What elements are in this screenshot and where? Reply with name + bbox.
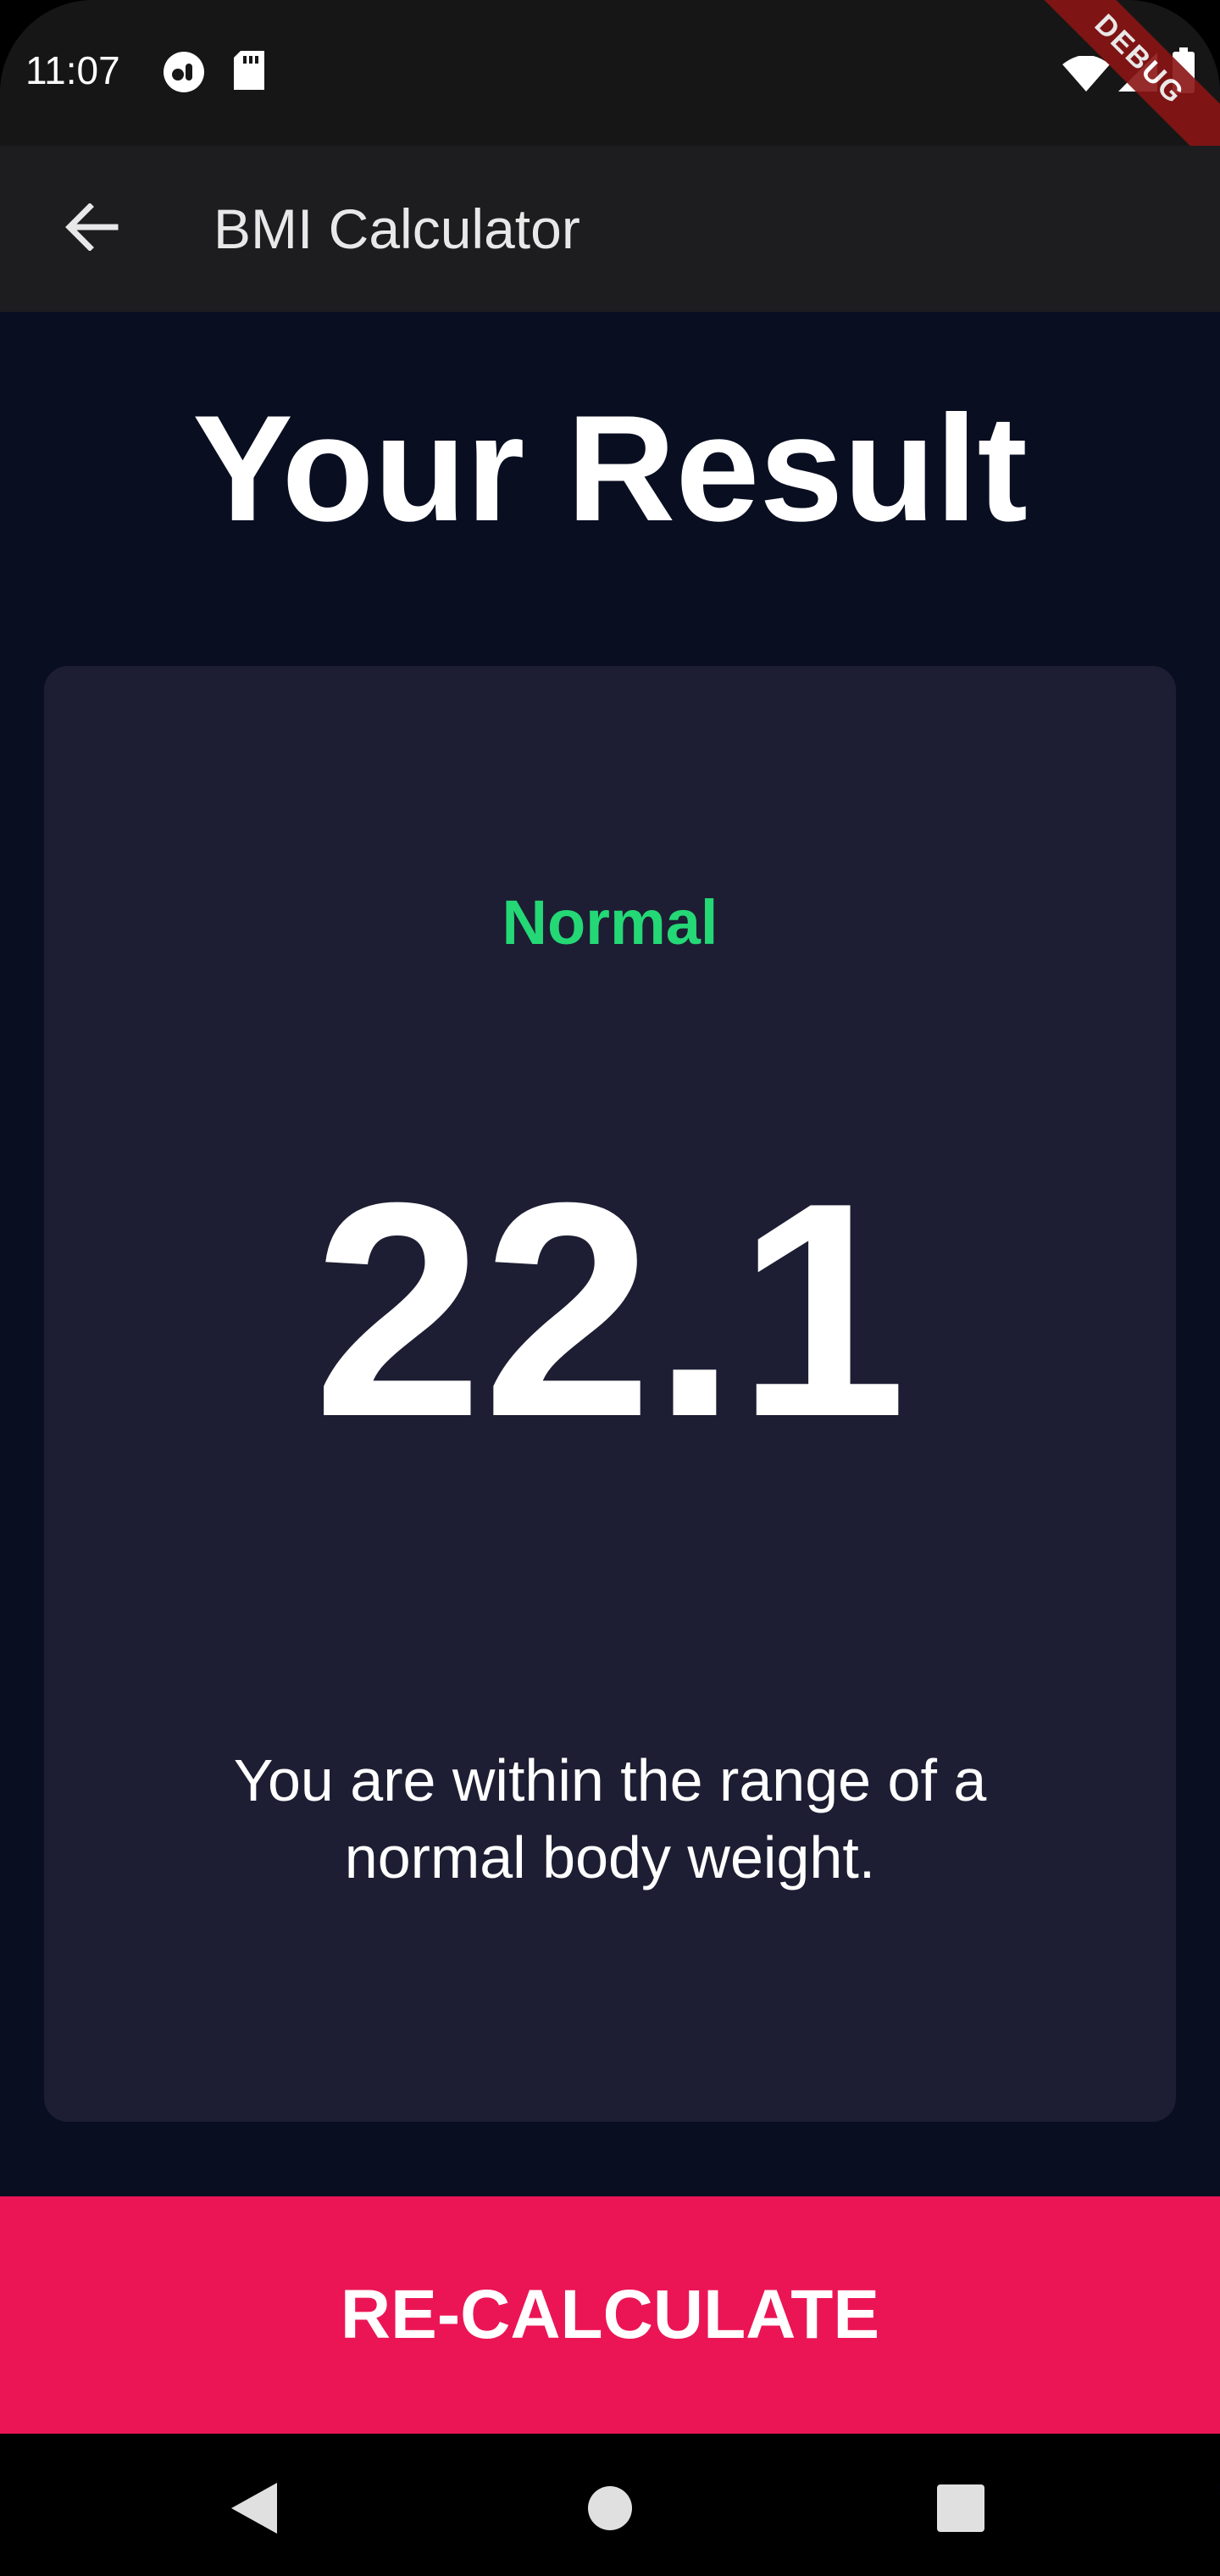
incognito-icon <box>163 51 205 97</box>
app-bar-title: BMI Calculator <box>214 197 580 260</box>
wifi-icon <box>1062 55 1110 96</box>
recents-square-icon <box>937 2484 984 2536</box>
screen: 11:07 DEBUG BMI Calculator Your Result N… <box>0 0 1220 2576</box>
home-circle-icon <box>587 2485 633 2535</box>
bmi-advice-text: You are within the range of a normal bod… <box>233 1747 987 1890</box>
nav-back-button[interactable] <box>212 2468 297 2552</box>
nav-recents-button[interactable] <box>918 2468 1003 2552</box>
page-title: Your Result <box>192 384 1028 552</box>
bmi-status-label: Normal <box>502 887 718 958</box>
recalculate-label: RE-CALCULATE <box>340 2276 880 2353</box>
recalculate-button[interactable]: RE-CALCULATE <box>0 2196 1220 2434</box>
nav-home-button[interactable] <box>568 2468 652 2552</box>
back-triangle-icon <box>231 2482 277 2538</box>
system-nav-bar <box>0 2434 1220 2576</box>
back-button[interactable] <box>42 180 141 278</box>
arrow-back-icon <box>64 202 119 255</box>
status-bar: 11:07 DEBUG <box>0 0 1220 176</box>
sd-card-icon <box>234 51 264 94</box>
app-bar: BMI Calculator <box>0 146 1220 312</box>
status-time: 11:07 <box>25 48 120 92</box>
result-card: Normal 22.1 You are within the range of … <box>44 666 1176 2122</box>
bmi-value: 22.1 <box>313 1140 907 1480</box>
